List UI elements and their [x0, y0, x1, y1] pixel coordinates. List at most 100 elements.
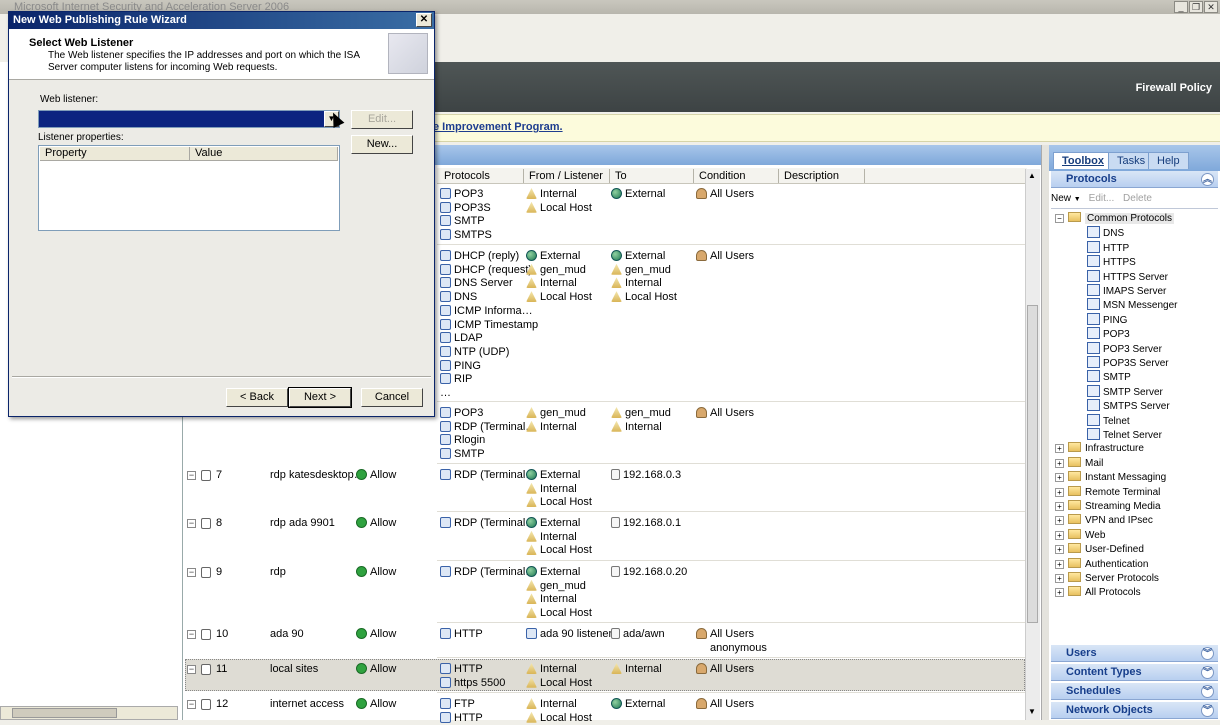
column-condition[interactable]: Condition	[694, 169, 779, 183]
cancel-button[interactable]: Cancel	[361, 388, 423, 407]
expand-icon[interactable]: +	[1055, 559, 1064, 569]
rule-name[interactable]: local sites	[270, 663, 318, 676]
tree-item-protocol[interactable]: HTTPS Server	[1087, 269, 1168, 285]
tree-item-protocol[interactable]: Telnet	[1087, 413, 1130, 429]
improvement-program-link[interactable]: e Improvement Program.	[433, 121, 563, 133]
users-section-header[interactable]: Users ︾	[1051, 645, 1218, 662]
new-menu-button[interactable]: New	[1051, 193, 1071, 204]
restore-icon[interactable]: ❐	[1189, 1, 1203, 13]
column-protocols[interactable]: Protocols	[439, 169, 524, 183]
rule-name[interactable]: internet access	[270, 698, 344, 711]
collapse-row-icon[interactable]: −	[187, 700, 196, 709]
collapse-icon[interactable]: ︽	[1201, 173, 1214, 186]
expand-icon[interactable]: +	[1055, 574, 1064, 583]
new-listener-button[interactable]: New...	[351, 135, 413, 154]
expand-icon[interactable]: +	[1055, 473, 1064, 483]
tree-item-protocol[interactable]: DNS	[1087, 226, 1124, 241]
tree-item-protocol[interactable]: HTTPS	[1087, 255, 1136, 270]
collapse-row-icon[interactable]: −	[187, 630, 196, 639]
protocol-label: POP3	[1103, 329, 1130, 341]
tree-folder[interactable]: + All Protocols	[1055, 586, 1141, 600]
close-icon[interactable]: ✕	[1204, 1, 1218, 13]
web-listener-select[interactable]	[38, 110, 340, 128]
column-from-listener[interactable]: From / Listener	[524, 169, 610, 183]
expand-icon[interactable]: +	[1055, 516, 1064, 526]
schedules-section-header[interactable]: Schedules ︾	[1051, 683, 1218, 700]
expand-icon[interactable]: +	[1055, 444, 1064, 454]
tree-item-protocol[interactable]: SMTP	[1087, 370, 1131, 385]
rule-name[interactable]: rdp	[270, 566, 286, 579]
tab-toolbox[interactable]: Toolbox	[1053, 152, 1113, 169]
tree-item-protocol[interactable]: POP3	[1087, 327, 1130, 342]
collapse-row-icon[interactable]: −	[187, 471, 196, 480]
rule-name[interactable]: ada 90	[270, 628, 304, 641]
collapse-row-icon[interactable]: −	[187, 568, 196, 577]
minimize-icon[interactable]: _	[1174, 1, 1188, 13]
expand-icon[interactable]: +	[1055, 530, 1064, 540]
tree-folder[interactable]: + Server Protocols	[1055, 572, 1159, 586]
column-to[interactable]: To	[610, 169, 694, 183]
tree-item-protocol[interactable]: IMAPS Server	[1087, 284, 1166, 299]
pane-splitter[interactable]	[1041, 145, 1049, 720]
tree-folder[interactable]: + Authentication	[1055, 557, 1148, 572]
tree-item-protocol[interactable]: Telnet Server	[1087, 428, 1162, 443]
property-column-header[interactable]: Property	[40, 147, 190, 161]
network-objects-section-header[interactable]: Network Objects ︾	[1051, 702, 1218, 719]
tree-folder[interactable]: + Infrastructure	[1055, 442, 1144, 456]
to-item: 192.168.0.1	[611, 517, 681, 530]
new-dropdown-icon[interactable]: ▼	[1074, 196, 1083, 203]
tree-folder[interactable]: + Web	[1055, 528, 1105, 543]
tree-scroll-thumb[interactable]	[12, 708, 117, 718]
tree-item-protocol[interactable]: POP3 Server	[1087, 341, 1162, 357]
protocols-section-header[interactable]: Protocols ︽	[1051, 171, 1218, 188]
scroll-up-icon[interactable]: ▲	[1028, 171, 1036, 180]
tree-folder[interactable]: + User-Defined	[1055, 543, 1144, 557]
back-button[interactable]: < Back	[226, 388, 288, 407]
collapse-row-icon[interactable]: −	[187, 519, 196, 528]
protocol-label: ICMP Timestamp	[454, 318, 539, 331]
expand-icon[interactable]: ︾	[1201, 685, 1214, 698]
expand-icon[interactable]: +	[1055, 588, 1064, 598]
edit-listener-button[interactable]: Edit...	[351, 110, 413, 129]
delete-button[interactable]: Delete	[1123, 193, 1152, 204]
protocol-icon	[1087, 269, 1100, 282]
tree-folder[interactable]: + Mail	[1055, 456, 1103, 471]
collapse-row-icon[interactable]: −	[187, 665, 196, 674]
rule-icon	[201, 567, 211, 578]
expand-icon[interactable]: +	[1055, 487, 1064, 497]
content-types-section-header[interactable]: Content Types ︾	[1051, 664, 1218, 681]
scroll-down-icon[interactable]: ▼	[1028, 707, 1036, 716]
column-description[interactable]: Description	[779, 169, 865, 183]
tab-help[interactable]: Help	[1148, 152, 1189, 169]
tree-item-protocol[interactable]: SMTP Server	[1087, 384, 1163, 400]
edit-button[interactable]: Edit...	[1089, 193, 1115, 204]
wizard-close-icon[interactable]: ✕	[416, 13, 432, 27]
tree-folder-common-protocols[interactable]: − Common Protocols	[1055, 212, 1175, 226]
tree-item-protocol[interactable]: HTTP	[1087, 240, 1129, 256]
expand-icon[interactable]: +	[1055, 502, 1064, 511]
rule-name[interactable]: rdp ada 9901	[270, 517, 335, 530]
expand-icon[interactable]: +	[1055, 458, 1064, 468]
grid-scroll-thumb[interactable]	[1027, 305, 1038, 623]
tree-item-protocol[interactable]: PING	[1087, 312, 1127, 328]
next-button[interactable]: Next >	[288, 387, 352, 408]
collapse-icon[interactable]: −	[1055, 214, 1064, 223]
destination-icon	[611, 628, 620, 639]
tree-folder[interactable]: + VPN and IPsec	[1055, 514, 1153, 528]
tree-folder[interactable]: + Streaming Media	[1055, 500, 1161, 514]
value-column-header[interactable]: Value	[190, 147, 338, 161]
expand-icon[interactable]: +	[1055, 545, 1064, 555]
tree-item-protocol[interactable]: POP3S Server	[1087, 356, 1169, 371]
expand-icon[interactable]: ︾	[1201, 647, 1214, 660]
destination-icon	[611, 250, 622, 261]
protocol-label: SMTP	[454, 215, 485, 228]
tree-folder[interactable]: + Instant Messaging	[1055, 471, 1166, 485]
tree-item-protocol[interactable]: MSN Messenger	[1087, 298, 1177, 313]
expand-icon[interactable]: ︾	[1201, 666, 1214, 679]
protocol-label: NTP (UDP)	[454, 345, 510, 358]
tree-item-protocol[interactable]: SMTPS Server	[1087, 399, 1170, 414]
expand-icon[interactable]: ︾	[1201, 704, 1214, 717]
tree-folder[interactable]: + Remote Terminal	[1055, 485, 1160, 500]
rule-name[interactable]: rdp katesdesktop…	[270, 469, 365, 482]
schedules-section-label: Schedules	[1066, 685, 1122, 697]
